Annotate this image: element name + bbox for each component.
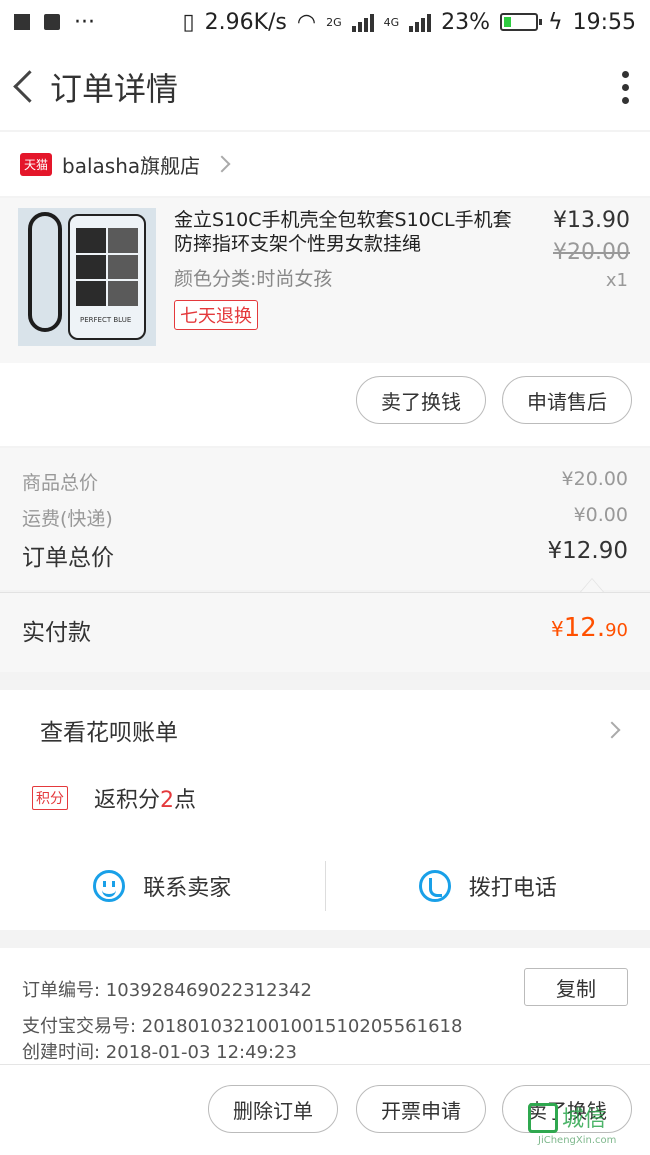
tmall-badge: 天猫 xyxy=(20,152,53,176)
order-total-value: ¥12.90 xyxy=(547,538,628,564)
bottom-action-bar: 删除订单 开票申请 卖了换钱 城信 JiChengXin.com xyxy=(0,1064,650,1155)
battery-icon xyxy=(500,13,543,31)
product-name: 金立S10C手机壳全包软套S10CL手机套防摔指环支架个性男女款挂绳 xyxy=(174,209,512,255)
contact-seller-button[interactable]: 联系卖家 xyxy=(0,858,325,914)
order-info: 订单编号: 103928469022312342 复制 支付宝交易号: 2018… xyxy=(0,948,650,1064)
back-arrow-icon[interactable] xyxy=(10,67,44,107)
order-total-label: 订单总价 xyxy=(22,545,114,571)
title-bar: 订单详情 xyxy=(0,44,650,130)
shipping-value: ¥0.00 xyxy=(573,504,628,526)
chevron-right-icon xyxy=(213,155,231,173)
huabei-bill-label: 查看花呗账单 xyxy=(40,720,178,746)
points-row: 积分 返积分2点 xyxy=(32,782,196,814)
seven-day-return-badge: 七天退换 xyxy=(174,300,258,330)
product-variant: 颜色分类:时尚女孩 xyxy=(174,268,333,290)
network-type-1: 2G xyxy=(326,15,342,29)
service-panel: 查看花呗账单 积分 返积分2点 联系卖家 拨打电话 xyxy=(0,690,650,930)
amount-paid-value: ¥12.90 xyxy=(551,613,628,643)
lanyard-graphic xyxy=(28,212,62,332)
product-thumbnail[interactable]: PERFECT BLUE xyxy=(18,208,156,346)
status-bar: ··· ▯ 2.96K/s ◠ 2G 4G 23% ϟ 19:55 xyxy=(0,0,650,44)
store-row[interactable]: 天猫 balasha旗舰店 xyxy=(0,132,650,196)
vibrate-icon: ▯ xyxy=(182,9,195,35)
call-phone-button[interactable]: 拨打电话 xyxy=(326,858,650,914)
network-speed: 2.96K/s xyxy=(204,9,287,35)
apply-after-sale-button[interactable]: 申请售后 xyxy=(502,376,632,424)
contact-seller-label: 联系卖家 xyxy=(143,876,232,901)
delete-order-button[interactable]: 删除订单 xyxy=(208,1085,338,1133)
alipay-transaction-number: 支付宝交易号: 2018010321001001510205561618 xyxy=(22,1016,463,1037)
call-phone-label: 拨打电话 xyxy=(468,876,557,901)
goods-total-value: ¥20.00 xyxy=(561,468,628,490)
signal-icon-2 xyxy=(409,12,432,32)
signal-icon-1 xyxy=(351,12,374,32)
points-badge: 积分 xyxy=(32,786,68,810)
watermark-box-icon xyxy=(528,1103,558,1133)
product-price: ¥13.90 xyxy=(553,208,630,233)
shipping-label: 运费(快递) xyxy=(22,508,113,530)
clock: 19:55 xyxy=(572,9,636,35)
network-type-2: 4G xyxy=(383,15,400,29)
chat-smile-icon xyxy=(93,870,126,902)
product-item[interactable]: PERFECT BLUE 金立S10C手机壳全包软套S10CL手机套防摔指环支架… xyxy=(0,198,650,363)
wifi-icon: ◠ xyxy=(296,9,317,35)
goods-total-label: 商品总价 xyxy=(22,472,99,494)
invoice-request-button[interactable]: 开票申请 xyxy=(356,1085,486,1133)
amount-paid-row: 实付款 ¥12.90 xyxy=(0,592,650,672)
product-original-price: ¥20.00 xyxy=(553,240,630,265)
watermark-logo: 城信 JiChengXin.com xyxy=(528,1101,646,1151)
image-icon xyxy=(44,14,60,30)
battery-percent: 23% xyxy=(441,9,491,35)
case-print-graphic xyxy=(76,228,138,306)
copy-button[interactable]: 复制 xyxy=(524,968,628,1006)
page-title: 订单详情 xyxy=(50,70,179,108)
amount-paid-label: 实付款 xyxy=(22,620,91,646)
points-text: 返积分2点 xyxy=(94,788,197,813)
store-name: balasha旗舰店 xyxy=(62,153,201,178)
price-summary: 商品总价 ¥20.00 运费(快递) ¥0.00 订单总价 ¥12.90 xyxy=(0,448,650,590)
app-grid-icon xyxy=(14,14,30,30)
created-time: 创建时间: 2018-01-03 12:49:23 xyxy=(22,1042,297,1063)
charging-icon: ϟ xyxy=(548,9,563,35)
pointer-caret xyxy=(580,578,604,592)
phone-icon xyxy=(418,870,451,902)
product-card: PERFECT BLUE 金立S10C手机壳全包软套S10CL手机套防摔指环支架… xyxy=(0,198,650,446)
product-quantity: x1 xyxy=(605,270,628,291)
sell-for-cash-button[interactable]: 卖了换钱 xyxy=(356,376,486,424)
battery-fill xyxy=(504,17,512,27)
case-print-text: PERFECT BLUE xyxy=(80,316,132,324)
more-menu-icon[interactable] xyxy=(610,67,640,107)
chevron-right-icon xyxy=(603,721,621,739)
order-number: 订单编号: 103928469022312342 xyxy=(22,980,312,1001)
contact-row: 联系卖家 拨打电话 xyxy=(0,858,650,914)
more-notifications-icon: ··· xyxy=(74,9,95,35)
huabei-bill-row[interactable]: 查看花呗账单 xyxy=(0,690,650,770)
